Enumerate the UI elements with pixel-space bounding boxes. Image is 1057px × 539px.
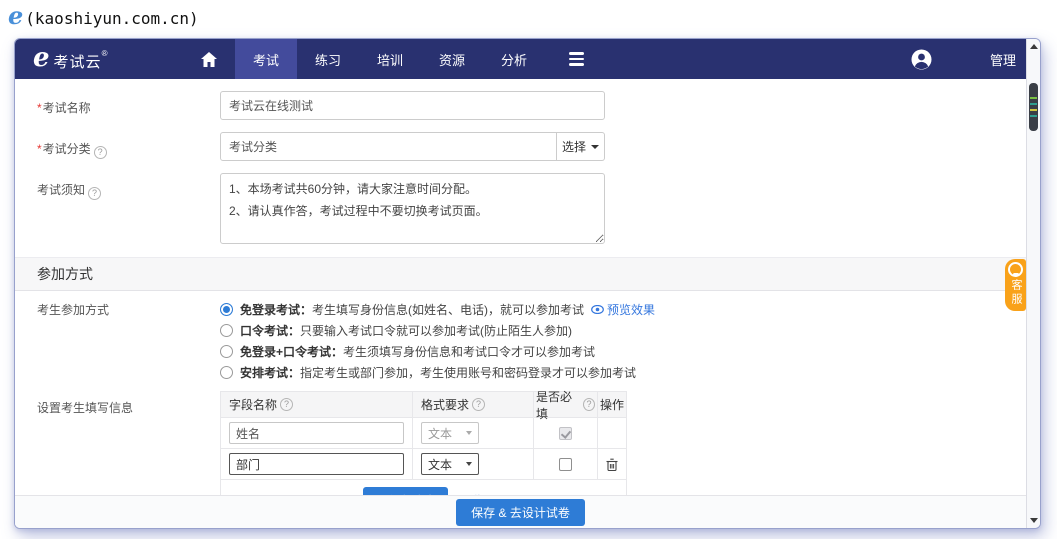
user-avatar-icon[interactable]: [911, 49, 932, 70]
exam-notice-textarea[interactable]: 1、本场考试共60分钟，请大家注意时间分配。 2、请认真作答，考试过程中不要切换…: [220, 173, 605, 244]
radio-option-no-login-passcode[interactable]: 免登录+口令考试： 考生须填写身份信息和考试口令才可以参加考试: [220, 341, 840, 362]
app-logo[interactable]: e 考试云 ®: [15, 47, 183, 72]
browser-brand: e (kaoshiyun.com.cn): [8, 4, 199, 28]
nav-menu: 考试 练习 培训 资源 分析: [183, 39, 607, 79]
exam-name-input[interactable]: [220, 91, 605, 120]
trash-icon: [606, 458, 618, 471]
participation-row: 考生参加方式 免登录考试： 考生填写身份信息(如姓名、电话)，就可以参加考试 预…: [15, 297, 1026, 383]
format-select-locked: 文本: [421, 422, 479, 444]
scrollbar-thumb[interactable]: [1029, 83, 1038, 131]
participation-section-title: 参加方式: [15, 257, 1026, 291]
help-icon[interactable]: ?: [94, 146, 107, 159]
radio-unchecked-icon[interactable]: [220, 366, 233, 379]
radio-checked-icon[interactable]: [220, 303, 233, 316]
required-mark: *: [37, 101, 42, 115]
eye-icon: [591, 305, 604, 314]
field-name-input-locked: [229, 422, 404, 444]
home-icon: [201, 52, 217, 67]
table-row: 文本: [221, 449, 626, 480]
help-icon[interactable]: ?: [88, 187, 101, 200]
main-content: *考试名称 *考试分类? 选择: [15, 79, 1026, 528]
logo-text: 考试云: [54, 51, 102, 72]
help-icon[interactable]: ?: [280, 398, 293, 411]
scroll-up-arrow-icon[interactable]: [1030, 44, 1038, 49]
nav-tab-analysis[interactable]: 分析: [483, 39, 545, 79]
nav-more-menu[interactable]: [545, 39, 607, 79]
required-mark: *: [37, 142, 42, 156]
logo-e-icon: e: [33, 47, 50, 69]
required-checkbox[interactable]: [559, 458, 572, 471]
col-header-required: 是否必填?: [534, 392, 598, 417]
kaoshiyun-logo-icon: e: [8, 4, 23, 28]
col-header-action: 操作: [598, 392, 626, 417]
nav-tab-resource[interactable]: 资源: [421, 39, 483, 79]
help-icon[interactable]: ?: [472, 398, 485, 411]
customer-service-tab[interactable]: 客服: [1005, 259, 1026, 311]
admin-menu[interactable]: 管理: [990, 50, 1026, 69]
exam-notice-row: 考试须知? 1、本场考试共60分钟，请大家注意时间分配。 2、请认真作答，考试过…: [15, 173, 1026, 249]
col-header-field-name: 字段名称?: [221, 392, 413, 417]
category-select-button[interactable]: 选择: [557, 132, 605, 161]
table-row: 文本: [221, 418, 626, 449]
exam-name-label: *考试名称: [37, 91, 220, 120]
nav-tab-practice[interactable]: 练习: [297, 39, 359, 79]
chevron-down-icon: [591, 145, 599, 149]
customer-service-label: 客服: [1010, 279, 1021, 307]
brand-url-text: (kaoshiyun.com.cn): [25, 5, 198, 28]
radio-option-no-login[interactable]: 免登录考试： 考生填写身份信息(如姓名、电话)，就可以参加考试 预览效果: [220, 299, 840, 320]
preview-effect-link[interactable]: 预览效果: [591, 301, 655, 318]
field-name-input[interactable]: [229, 453, 404, 475]
exam-notice-label: 考试须知?: [37, 173, 220, 249]
scroll-down-arrow-icon[interactable]: [1030, 518, 1038, 523]
logo-registered-mark: ®: [102, 49, 108, 58]
table-header-row: 字段名称? 格式要求? 是否必填? 操作: [221, 392, 626, 418]
nav-tab-exam[interactable]: 考试: [235, 39, 297, 79]
format-select[interactable]: 文本: [421, 453, 479, 475]
headset-icon: [1008, 262, 1023, 277]
chevron-down-icon: [466, 462, 472, 466]
delete-field-button[interactable]: [606, 458, 618, 471]
radio-option-passcode[interactable]: 口令考试： 只要输入考试口令就可以参加考试(防止陌生人参加): [220, 320, 840, 341]
nav-right-area: 管理: [911, 49, 1026, 70]
exam-category-input[interactable]: [220, 132, 557, 161]
top-navbar: e 考试云 ® 考试 练习 培训 资源 分析: [15, 39, 1026, 79]
hamburger-icon: [569, 52, 584, 66]
exam-form: *考试名称 *考试分类? 选择: [15, 79, 1026, 523]
save-bar: 保存 & 去设计试卷: [15, 495, 1026, 528]
nav-home[interactable]: [183, 39, 235, 79]
help-icon[interactable]: ?: [583, 398, 595, 411]
radio-unchecked-icon[interactable]: [220, 345, 233, 358]
app-window: e 考试云 ® 考试 练习 培训 资源 分析: [14, 38, 1041, 529]
col-header-format: 格式要求?: [413, 392, 534, 417]
participation-label: 考生参加方式: [37, 297, 220, 383]
exam-category-row: *考试分类? 选择: [15, 132, 1026, 161]
radio-unchecked-icon[interactable]: [220, 324, 233, 337]
required-checkbox-locked: [559, 427, 572, 440]
nav-tab-training[interactable]: 培训: [359, 39, 421, 79]
exam-category-label: *考试分类?: [37, 132, 220, 161]
exam-name-row: *考试名称: [15, 91, 1026, 120]
radio-option-assigned[interactable]: 安排考试： 指定考生或部门参加，考生使用账号和密码登录才可以参加考试: [220, 362, 840, 383]
window-scrollbar[interactable]: [1026, 39, 1040, 528]
save-and-design-button[interactable]: 保存 & 去设计试卷: [456, 499, 585, 526]
chevron-down-icon: [466, 431, 472, 435]
